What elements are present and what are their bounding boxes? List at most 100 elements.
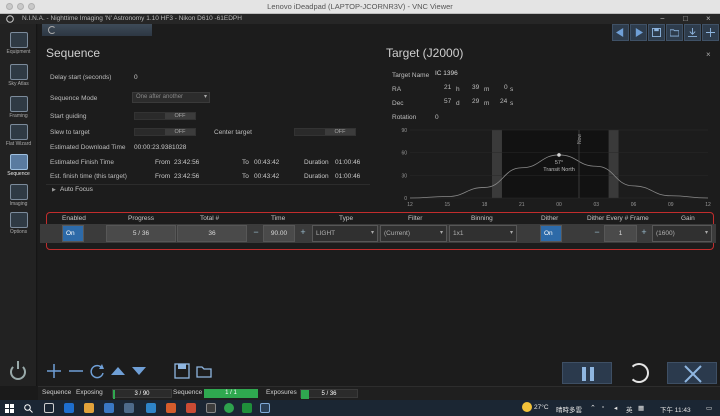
app-title-bar: N.I.N.A. - Nighttime Imaging 'N' Astrono… bbox=[0, 14, 720, 24]
clock[interactable]: 下午 11:43 bbox=[660, 404, 691, 414]
search-icon[interactable] bbox=[24, 404, 33, 413]
volume-icon[interactable]: ◂ bbox=[614, 404, 617, 412]
nina-taskbar-icon[interactable] bbox=[260, 403, 270, 413]
maximize-button[interactable]: □ bbox=[683, 14, 688, 23]
x-tick-label: 18 bbox=[482, 202, 488, 208]
power-icon[interactable] bbox=[10, 361, 26, 380]
sidebar-item-sequence[interactable]: Sequence bbox=[0, 150, 37, 184]
folder-icon bbox=[670, 29, 679, 37]
sidebar-item-flat-wizard[interactable]: Flat Wizard bbox=[0, 120, 37, 154]
delay-input[interactable]: 0 bbox=[134, 74, 138, 81]
toggle-state: OFF bbox=[165, 113, 195, 119]
dither-every-input[interactable]: 1 bbox=[604, 225, 637, 242]
close-button[interactable]: × bbox=[706, 14, 711, 23]
plus-icon[interactable] bbox=[44, 361, 64, 381]
x-tick-label: 00 bbox=[556, 202, 562, 208]
filter-select[interactable]: (Current) bbox=[380, 225, 447, 242]
move-up-icon[interactable] bbox=[108, 361, 128, 381]
duration-label: Duration bbox=[304, 159, 329, 166]
ra-hours-input[interactable]: 21 bbox=[444, 84, 451, 91]
start-guiding-toggle[interactable]: OFF bbox=[134, 112, 196, 120]
dec-minutes-input[interactable]: 29 bbox=[472, 98, 479, 105]
time-decrement-button[interactable]: − bbox=[249, 225, 263, 242]
task-view-icon[interactable] bbox=[44, 403, 54, 413]
minus-icon[interactable] bbox=[66, 361, 86, 381]
header-progress: Progress bbox=[128, 215, 155, 222]
dither-increment-button[interactable]: + bbox=[637, 225, 651, 242]
sidebar-item-label: Flat Wizard bbox=[5, 141, 32, 147]
finish-to-value: 00:43:42 bbox=[254, 159, 280, 166]
sidebar-item-sky-atlas[interactable]: Sky Atlas bbox=[0, 60, 37, 94]
prev-target-button[interactable] bbox=[612, 24, 629, 41]
sidebar-item-options[interactable]: Options bbox=[0, 208, 37, 242]
exposing-progress-text: 3 / 90 bbox=[134, 391, 150, 397]
chevron-right-icon: ▶ bbox=[52, 187, 56, 193]
status-exposing-label: Exposing bbox=[76, 389, 103, 396]
app-icon[interactable] bbox=[146, 403, 156, 413]
save-icon[interactable] bbox=[172, 361, 192, 381]
open-folder-button[interactable] bbox=[666, 24, 683, 41]
add-target-button[interactable] bbox=[702, 24, 719, 41]
folder-icon[interactable] bbox=[194, 361, 214, 381]
close-target-icon[interactable]: × bbox=[706, 50, 711, 59]
app-icon[interactable] bbox=[206, 403, 216, 413]
dither-toggle[interactable]: On bbox=[540, 225, 562, 242]
store-icon[interactable] bbox=[104, 403, 114, 413]
sidebar-item-label: Sequence bbox=[7, 171, 30, 177]
sequence-mode-select[interactable]: One after another bbox=[132, 92, 210, 103]
binning-select[interactable]: 1x1 bbox=[449, 225, 517, 242]
ime-indicator[interactable]: 英 bbox=[626, 404, 633, 414]
nina-logo-icon bbox=[6, 15, 14, 23]
dec-seconds-input[interactable]: 24 bbox=[500, 98, 507, 105]
dec-degrees-input[interactable]: 57 bbox=[444, 98, 451, 105]
chrome-icon[interactable] bbox=[224, 403, 234, 413]
browser-icon[interactable] bbox=[64, 403, 74, 413]
mail-icon[interactable] bbox=[124, 403, 134, 413]
total-input[interactable]: 36 bbox=[177, 225, 247, 242]
dither-decrement-button[interactable]: − bbox=[590, 225, 604, 242]
pause-button[interactable] bbox=[562, 362, 612, 384]
time-increment-button[interactable]: + bbox=[296, 225, 310, 242]
sidebar-item-label: Sky Atlas bbox=[8, 81, 29, 87]
y-tick-label: 90 bbox=[401, 128, 407, 134]
notification-icon[interactable]: ▭ bbox=[706, 404, 712, 412]
gain-select[interactable]: (1600) bbox=[652, 225, 712, 242]
file-explorer-icon[interactable] bbox=[84, 403, 94, 413]
weather-text: 晴時多雲 bbox=[556, 407, 582, 414]
app-icon[interactable] bbox=[242, 403, 252, 413]
app-icon[interactable] bbox=[186, 403, 196, 413]
target-to-value: 00:43:42 bbox=[254, 173, 280, 180]
header-dither: Dither bbox=[541, 215, 559, 222]
network-icon[interactable]: ▫ bbox=[602, 404, 604, 411]
activity-indicator bbox=[42, 24, 152, 36]
spinner-icon bbox=[48, 26, 56, 34]
minimize-button[interactable]: − bbox=[660, 14, 665, 23]
enabled-toggle[interactable]: On bbox=[62, 225, 84, 242]
transit-point bbox=[557, 153, 561, 157]
x-tick-label: 12 bbox=[705, 202, 711, 208]
sidebar-item-equipment[interactable]: Equipment bbox=[0, 28, 37, 62]
move-down-icon[interactable] bbox=[129, 361, 149, 381]
chevron-up-icon[interactable]: ⌃ bbox=[590, 404, 596, 412]
ra-seconds-input[interactable]: 0 bbox=[504, 84, 508, 91]
target-title: Target (J2000) bbox=[386, 46, 464, 60]
target-name-input[interactable]: IC 1396 bbox=[435, 70, 458, 77]
app-icon[interactable] bbox=[166, 403, 176, 413]
save-sequence-button[interactable] bbox=[648, 24, 665, 41]
type-select[interactable]: LIGHT bbox=[312, 225, 378, 242]
download-button[interactable] bbox=[684, 24, 701, 41]
next-target-button[interactable] bbox=[630, 24, 647, 41]
windows-start-icon[interactable] bbox=[5, 404, 14, 413]
center-target-toggle[interactable]: OFF bbox=[294, 128, 356, 136]
reset-icon[interactable] bbox=[87, 361, 107, 381]
weather-temp[interactable]: 27°C bbox=[534, 404, 549, 411]
rotation-input[interactable]: 0 bbox=[435, 114, 439, 121]
slew-toggle[interactable]: OFF bbox=[134, 128, 196, 136]
time-input[interactable]: 90.00 bbox=[263, 225, 295, 242]
progress-spinner-icon bbox=[629, 363, 649, 383]
keyboard-icon[interactable]: ▦ bbox=[638, 404, 644, 412]
cancel-button[interactable] bbox=[667, 362, 717, 384]
autofocus-expander[interactable]: ▶ Auto Focus bbox=[46, 184, 370, 194]
finish-duration-value: 01:00:46 bbox=[335, 159, 361, 166]
ra-minutes-input[interactable]: 39 bbox=[472, 84, 479, 91]
